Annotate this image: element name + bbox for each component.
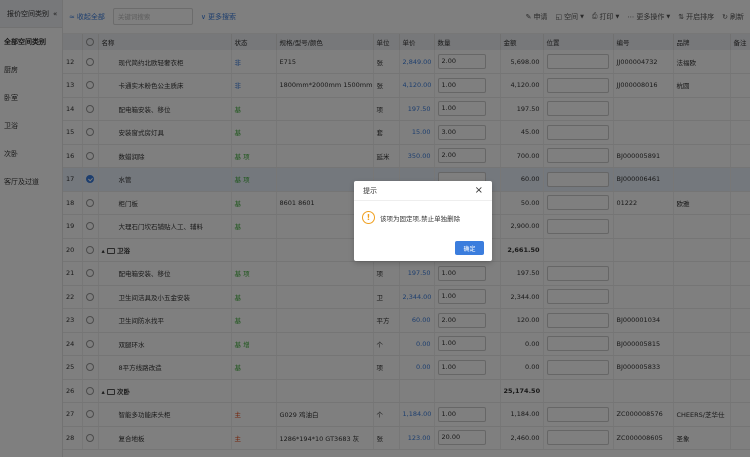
dialog-header: 提示 × — [354, 181, 492, 201]
alert-dialog: 提示 × ! 该项为固定项,禁止单独删除 确定 — [354, 181, 492, 261]
confirm-button[interactable]: 确定 — [455, 241, 484, 255]
warning-icon: ! — [362, 211, 375, 224]
dialog-message: 该项为固定项,禁止单独删除 — [380, 214, 461, 223]
close-icon[interactable]: × — [475, 185, 483, 196]
dialog-title: 提示 — [363, 186, 377, 195]
dialog-body: ! 该项为固定项,禁止单独删除 — [354, 201, 492, 224]
